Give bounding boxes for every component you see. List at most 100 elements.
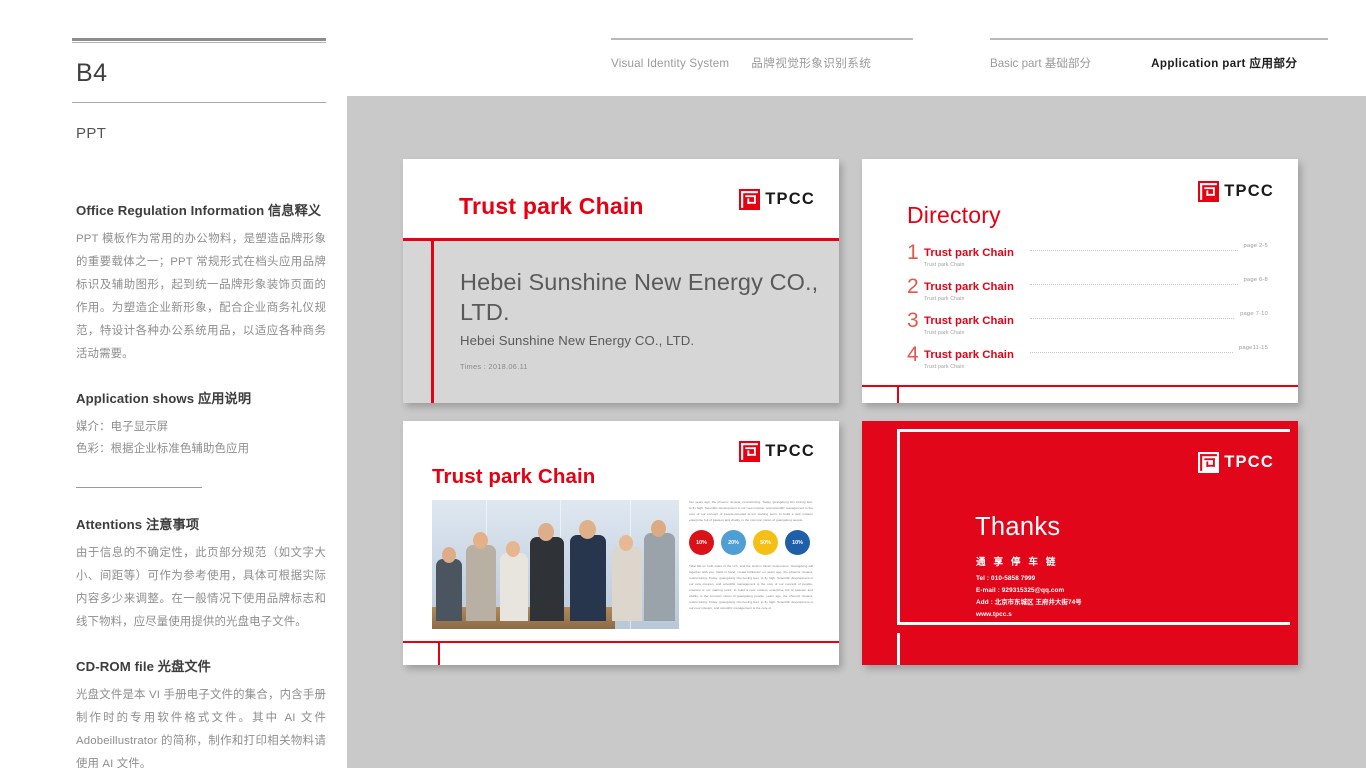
tpcc-logo-mark [739,441,761,462]
person-head [473,532,488,549]
slide-content-accent-tick [438,641,441,665]
person [500,553,528,621]
slide-cover-subheading: Hebei Sunshine New Energy CO., LTD. [460,333,695,348]
directory-entry-number: 3 [907,309,919,332]
slide-cover-heading: Hebei Sunshine New Energy CO., LTD. [460,269,819,325]
directory-leader-dots [1030,311,1235,319]
slide-cover-body: Hebei Sunshine New Energy CO., LTD. Hebe… [403,241,839,403]
directory-entry-number: 1 [907,241,919,264]
stat-circle: 10% [689,530,714,556]
slide-directory[interactable]: TPCC Directory 1 Trust park Chain Trust … [862,159,1298,403]
thanks-company-name: 通 享 停 车 链 [976,557,1059,568]
page-category: PPT [76,125,107,142]
section-office-regulation: Office Regulation Information 信息释义 PPT 模… [76,200,326,366]
tpcc-wordmark: TPCC [765,442,815,461]
thanks-email: E-mail : 929315325@qq.com [976,586,1065,594]
section-attentions: Attentions 注意事项 由于信息的不确定性，此页部分规范（如文字大小、间… [76,514,326,634]
directory-entry-page: page 7-10 [1240,311,1268,317]
header-rule [611,38,913,41]
slide-content-accent-line [403,640,839,643]
directory-leader-dots [1030,345,1233,353]
header-group-parts: Basic part 基础部分 Application part 应用部分 [990,38,1328,71]
tpcc-wordmark: TPCC [1224,453,1274,472]
directory-entry-subtitle: Trust park Chain [924,262,965,268]
directory-entry[interactable]: 3 Trust park Chain Trust park Chain page… [907,309,1268,336]
slide-cover[interactable]: Trust park Chain TPCC Hebei Sunshine New… [403,159,839,403]
slide-directory-accent-line [862,384,1298,387]
person-head [506,541,520,557]
section-cdrom-file: CD-ROM file 光盘文件 光盘文件是本 VI 手册电子文件的集合，内含手… [76,656,326,768]
directory-entry-subtitle: Trust park Chain [924,364,965,370]
slide-cover-vertical-accent [431,241,434,403]
header-rule [990,38,1328,41]
section-title: CD-ROM file 光盘文件 [76,659,211,675]
directory-entry-page: page 6-8 [1243,277,1268,283]
thanks-tel: Tel : 010-5858 7999 [976,575,1036,582]
tpcc-wordmark: TPCC [1224,182,1274,201]
directory-list: 1 Trust park Chain Trust park Chain page… [907,241,1268,379]
person-head [442,547,456,563]
thanks-contact-block: Tel : 010-5858 7999 E-mail : 929315325@q… [976,573,1082,609]
directory-entry[interactable]: 4 Trust park Chain Trust park Chain page… [907,343,1268,370]
person-head [651,520,666,537]
person [644,533,675,621]
tpcc-wordmark: TPCC [765,190,815,209]
stat-circle: 20% [721,530,746,556]
section-title: Application shows 应用说明 [76,391,252,407]
directory-entry-title: Trust park Chain [924,315,1014,327]
page-code: B4 [76,59,108,87]
directory-entry[interactable]: 1 Trust park Chain Trust park Chain page… [907,241,1268,268]
thanks-website: www.tpcc.s [976,611,1012,618]
person-head [579,520,596,539]
directory-entry[interactable]: 2 Trust park Chain Trust park Chain page… [907,275,1268,302]
stat-circle: 50% [753,530,778,556]
vi-manual-page: B4 PPT Office Regulation Information 信息释… [0,0,1366,768]
left-info-column: B4 PPT Office Regulation Information 信息释… [72,38,326,768]
slide-content-title: Trust park Chain [432,465,596,488]
directory-entry-page: page 2-5 [1243,243,1268,249]
thanks-title: Thanks [975,513,1061,541]
slide-content[interactable]: TPCC Trust park Chain Ten years ago, the… [403,421,839,665]
content-paragraph-bottom: Tidal flat on both sides of the rich, an… [689,564,813,611]
section-body: PPT 模板作为常用的办公物料，是塑造品牌形象的重要载体之一；PPT 常规形式在… [76,233,326,361]
section-line-color: 色彩：根据企业标准色辅助色应用 [76,443,250,456]
section-body: 由于信息的不确定性，此页部分规范（如文字大小、间距等）可作为参考使用，具体可根据… [76,547,326,629]
tpcc-logo: TPCC [739,189,815,210]
person [530,537,564,621]
team-photo [432,500,679,629]
slide-thanks[interactable]: TPCC Thanks 通 享 停 车 链 Tel : 010-5858 799… [862,421,1298,665]
directory-entry-number: 2 [907,275,919,298]
section-title: Attentions 注意事项 [76,517,200,533]
header-vis-en: Visual Identity System [611,57,730,71]
section-title: Office Regulation Information 信息释义 [76,203,322,218]
directory-leader-dots [1030,243,1238,251]
directory-leader-dots [1030,277,1238,285]
directory-entry-number: 4 [907,343,919,366]
tpcc-logo: TPCC [739,441,815,462]
thanks-bottom-strip [897,633,1290,665]
directory-entry-title: Trust park Chain [924,349,1014,361]
person [570,535,606,621]
tpcc-logo: TPCC [1198,181,1274,202]
person [466,545,496,621]
slide-content-right-column: Ten years ago, the phoenix nirvana, rest… [689,499,813,611]
directory-entry-title: Trust park Chain [924,281,1014,293]
directory-entry-subtitle: Trust park Chain [924,330,965,336]
slide-cover-date: Times : 2018.06.11 [460,362,528,371]
directory-entry-title: Trust park Chain [924,247,1014,259]
person [612,547,642,621]
header-application-part[interactable]: Application part 应用部分 [1151,55,1297,71]
header-basic-part[interactable]: Basic part 基础部分 [990,55,1091,71]
section-divider [76,486,202,489]
tpcc-logo-mark [1198,452,1220,473]
thanks-address: Add : 北京市东城区 王府井大街74号 [976,598,1082,606]
person-head [619,535,633,551]
stat-circle: 10% [785,530,810,556]
slide-directory-title: Directory [907,202,1001,228]
directory-entry-page: page11-15 [1238,345,1268,351]
header-group-vis: Visual Identity System 品牌视觉形象识别系统 [611,38,913,71]
section-application-shows: Application shows 应用说明 媒介：电子显示屏 色彩：根据企业标… [76,388,326,460]
top-rule [72,38,326,41]
directory-entry-subtitle: Trust park Chain [924,296,965,302]
tpcc-logo-mark [1198,181,1220,202]
